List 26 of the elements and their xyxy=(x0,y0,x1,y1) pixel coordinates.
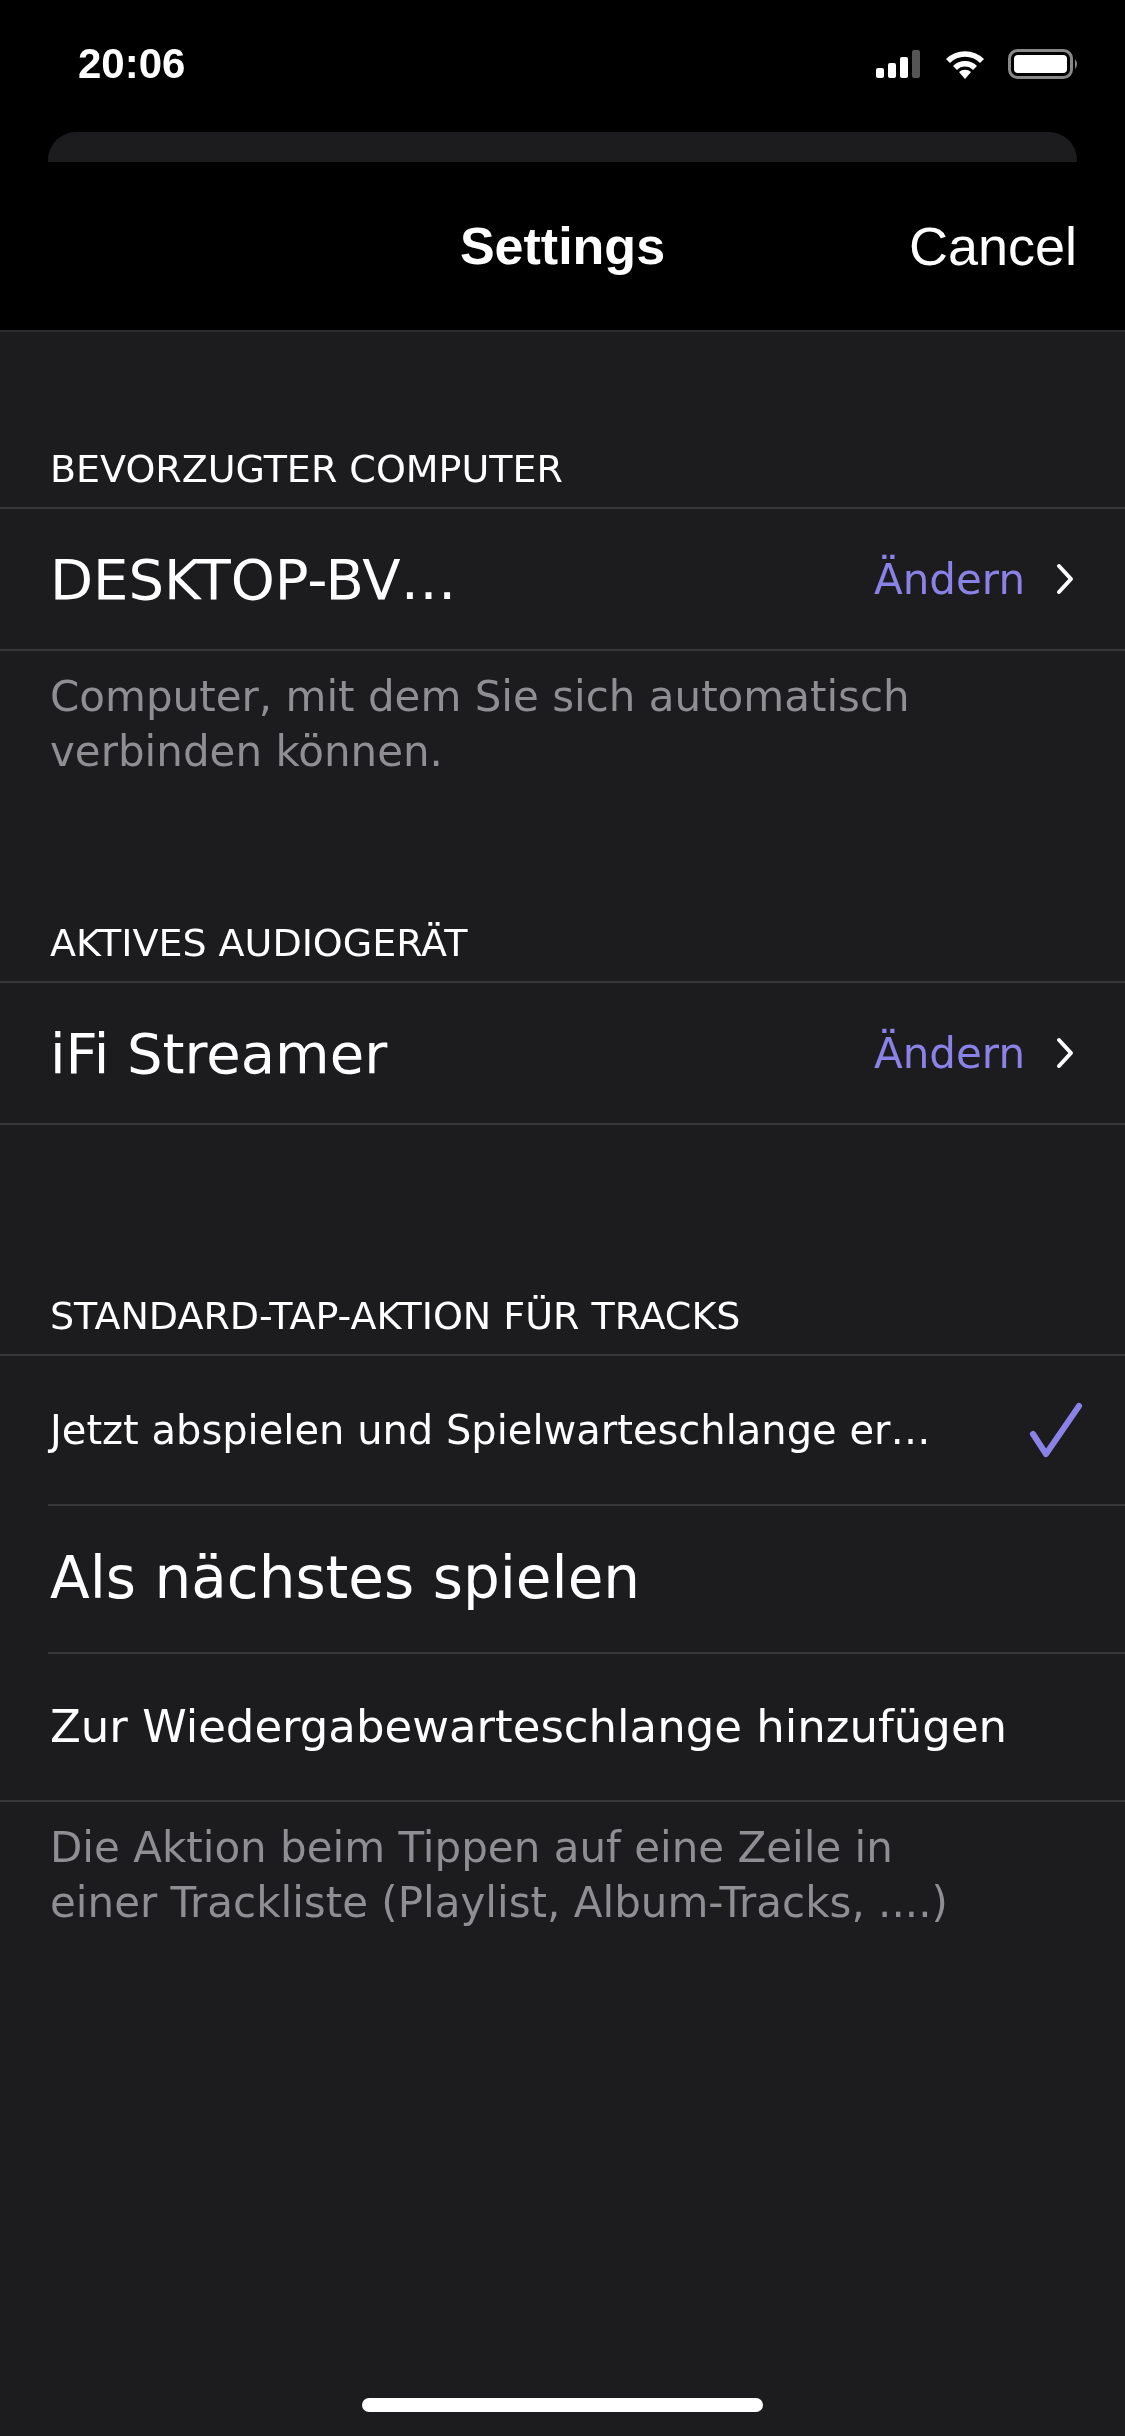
option-label: Jetzt abspielen und Spielwarteschlange er… xyxy=(50,1407,932,1453)
nav-title: Settings xyxy=(459,216,666,276)
checkmark-icon xyxy=(1029,1402,1083,1458)
settings-row[interactable]: DESKTOP-BV… Ändern xyxy=(0,509,1125,649)
settings-row[interactable]: iFi Streamer Ändern xyxy=(0,983,1125,1123)
change-link[interactable]: Ändern xyxy=(874,1028,1025,1078)
option-label: Als nächstes spielen xyxy=(50,1544,642,1612)
section-footer: Computer, mit dem Sie sich automatisch verbinden können. xyxy=(0,651,1050,806)
section-header: BEVORZUGTER COMPUTER xyxy=(49,446,564,493)
status-time: 20:06 xyxy=(78,40,186,88)
signal-icon xyxy=(876,50,922,78)
option-row[interactable]: Als nächstes spielen xyxy=(0,1504,1125,1652)
section-header: STANDARD-TAP-AKTION FÜR TRACKS xyxy=(49,1293,742,1340)
section-footer: Die Aktion beim Tippen auf eine Zeile in einer Trackliste (Playlist, Album-Tracks, ....) xyxy=(0,1802,1050,1957)
option-row[interactable]: Zur Wiedergabewarteschlange hinzufügen xyxy=(0,1652,1125,1800)
battery-icon xyxy=(1008,49,1080,79)
chevron-icon xyxy=(1055,562,1075,596)
wifi-icon xyxy=(944,49,986,79)
cancel-button[interactable]: Cancel xyxy=(908,215,1077,277)
section-header: AKTIVES AUDIOGERÄT xyxy=(49,920,469,967)
row-label: iFi Streamer xyxy=(50,1020,389,1086)
row-label: DESKTOP-BV… xyxy=(50,546,458,612)
option-label: Zur Wiedergabewarteschlange hinzufügen xyxy=(50,1699,1009,1753)
change-link[interactable]: Ändern xyxy=(874,554,1025,604)
chevron-icon xyxy=(1055,1036,1075,1070)
option-row[interactable]: Jetzt abspielen und Spielwarteschlange er… xyxy=(0,1356,1125,1504)
